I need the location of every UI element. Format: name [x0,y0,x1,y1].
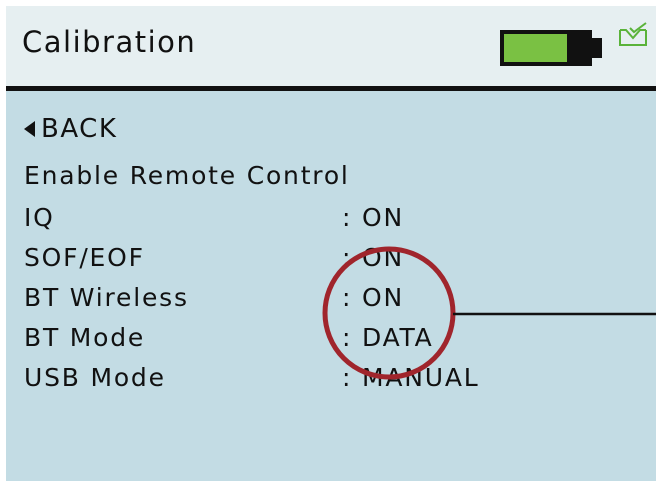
setting-label: BT Mode [24,323,146,352]
device-screen: Calibration BACK Enable Remote Control I… [6,6,656,481]
setting-row-bt-mode[interactable]: BT Mode : DATA [24,318,624,358]
setting-label: SOF/EOF [24,243,145,272]
page-title: Calibration [22,25,197,59]
setting-value: : ON [342,243,404,272]
setting-value: : ON [342,203,404,232]
setting-label: USB Mode [24,363,166,392]
setting-label: IQ [24,203,55,232]
back-label: BACK [41,114,118,144]
battery-terminal [592,38,602,58]
setting-row-bt-wireless[interactable]: BT Wireless : ON [24,278,624,318]
left-triangle-icon [24,121,35,137]
header-bar: Calibration [6,6,656,86]
setting-row-iq[interactable]: IQ : ON [24,198,624,238]
battery-icon [500,30,592,66]
battery-level-fill [504,34,567,62]
back-button[interactable]: BACK [24,112,117,146]
menu-heading: Enable Remote Control [24,161,350,190]
settings-list: IQ : ON SOF/EOF : ON BT Wireless : ON BT… [24,198,624,398]
setting-row-sof-eof[interactable]: SOF/EOF : ON [24,238,624,278]
setting-label: BT Wireless [24,283,189,312]
setting-row-usb-mode[interactable]: USB Mode : MANUAL [24,358,624,398]
setting-value: : DATA [342,323,434,352]
setting-value: : MANUAL [342,363,480,392]
header-divider [6,86,656,91]
setting-value: : ON [342,283,404,312]
envelope-check-icon [619,22,647,46]
